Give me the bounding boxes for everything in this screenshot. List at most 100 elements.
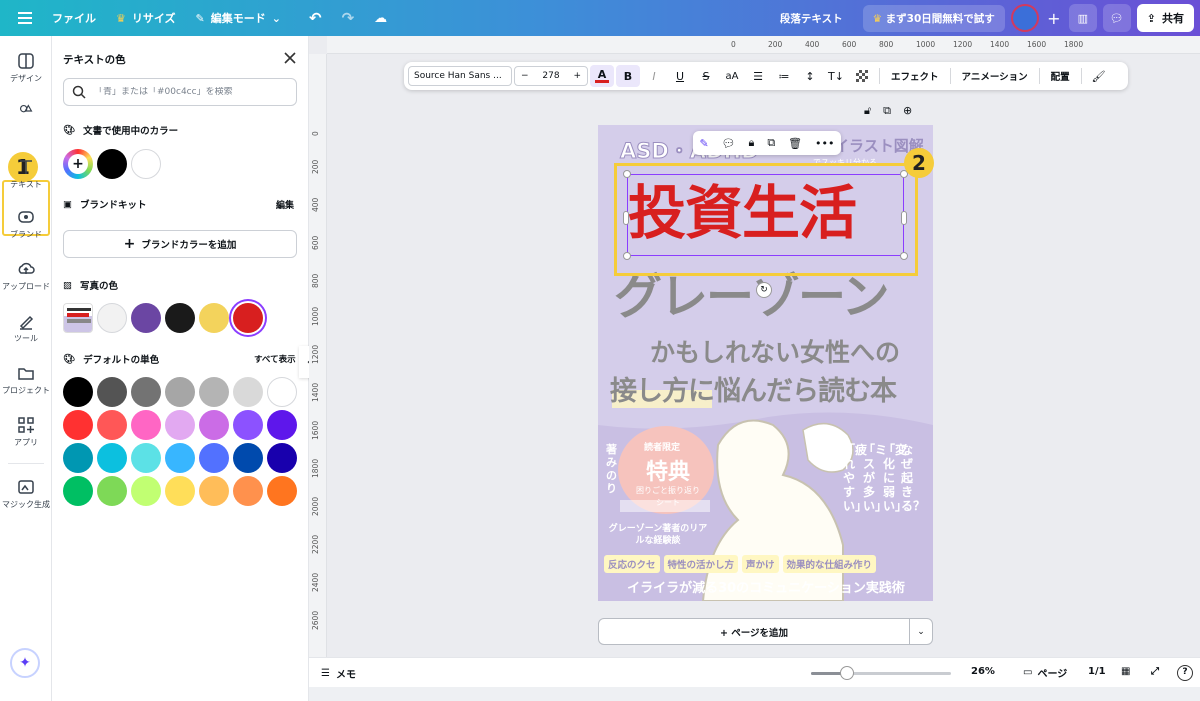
default-color-swatch[interactable] — [267, 410, 297, 440]
default-color-swatch[interactable] — [199, 476, 229, 506]
text-color-button[interactable]: A — [590, 65, 614, 87]
font-size-stepper[interactable]: − 278 + — [514, 66, 588, 86]
zoom-slider[interactable] — [811, 666, 951, 680]
file-menu[interactable]: ファイル — [42, 10, 106, 26]
trash-icon[interactable]: 🗑︎ — [788, 137, 802, 150]
resize-handle-bl[interactable] — [623, 252, 631, 260]
add-page-icon[interactable]: ⊕ — [903, 104, 912, 118]
menu-button[interactable] — [0, 12, 42, 24]
nav-tools[interactable]: ツール — [0, 312, 52, 344]
lock-icon[interactable]: 🔓︎ — [864, 104, 871, 118]
default-color-swatch[interactable] — [97, 377, 127, 407]
vertical-text-button[interactable]: T↓ — [824, 65, 848, 87]
fullscreen-button[interactable]: ⤢ — [1151, 666, 1159, 677]
default-color-swatch[interactable] — [131, 443, 161, 473]
align-button[interactable]: ☰ — [746, 65, 770, 87]
duplicate-icon[interactable]: ⧉ — [767, 136, 775, 150]
lock-icon[interactable]: 🔒︎ — [749, 136, 755, 150]
default-color-swatch[interactable] — [63, 443, 93, 473]
default-color-swatch[interactable] — [97, 476, 127, 506]
resize-handle-l[interactable] — [623, 211, 629, 225]
font-size-value[interactable]: 278 — [542, 71, 559, 81]
edit-mode-menu[interactable]: ✎ 編集モード ⌄ — [186, 10, 291, 26]
photo-color-swatch[interactable] — [97, 303, 127, 333]
increase-size-button[interactable]: + — [573, 71, 581, 81]
zoom-slider-knob[interactable] — [840, 666, 855, 680]
nav-elements[interactable] — [0, 104, 52, 118]
pages-button[interactable]: ▭ ページ — [1023, 665, 1067, 680]
default-color-swatch[interactable] — [233, 476, 263, 506]
doc-color-swatch[interactable] — [131, 149, 161, 179]
font-family-select[interactable]: Source Han Sans ... — [408, 66, 512, 86]
add-collaborator-button[interactable]: + — [1045, 9, 1063, 28]
cloud-save-button[interactable]: ☁ — [364, 11, 397, 26]
zoom-value[interactable]: 26% — [971, 666, 995, 677]
redo-button[interactable]: ↷ — [332, 9, 365, 27]
transparency-button[interactable] — [850, 65, 874, 87]
resize-handle-tl[interactable] — [623, 170, 631, 178]
photo-color-swatch[interactable] — [199, 303, 229, 333]
copy-style-button[interactable]: 🖌︎ — [1087, 65, 1111, 87]
resize-handle-r[interactable] — [901, 211, 907, 225]
effects-button[interactable]: エフェクト — [885, 69, 945, 83]
add-brand-color-button[interactable]: + ブランドカラーを追加 — [63, 230, 297, 258]
add-page-dropdown[interactable]: ⌄ — [909, 618, 933, 645]
close-icon[interactable] — [282, 50, 298, 66]
resize-handle-br[interactable] — [900, 252, 908, 260]
nav-text[interactable]: テキスト — [0, 156, 52, 190]
trial-button[interactable]: ♛ まず30日間無料で試す — [862, 4, 1005, 32]
magic-edit-icon[interactable]: ✎ — [699, 137, 708, 150]
default-color-swatch[interactable] — [63, 476, 93, 506]
default-color-swatch[interactable] — [165, 410, 195, 440]
nav-apps[interactable]: アプリ — [0, 416, 52, 448]
default-color-swatch[interactable] — [63, 410, 93, 440]
doc-title[interactable]: 段落テキスト — [766, 11, 857, 26]
rotate-handle[interactable]: ↻ — [756, 282, 772, 298]
list-button[interactable]: ≔ — [772, 65, 796, 87]
photo-color-swatch[interactable] — [131, 303, 161, 333]
default-color-swatch[interactable] — [199, 377, 229, 407]
default-color-swatch[interactable] — [131, 377, 161, 407]
show-all-link[interactable]: すべて表示 — [254, 353, 296, 365]
photo-color-swatch[interactable] — [165, 303, 195, 333]
default-color-swatch[interactable] — [165, 443, 195, 473]
avatar[interactable] — [1010, 4, 1039, 32]
default-color-swatch[interactable] — [131, 476, 161, 506]
default-color-swatch[interactable] — [199, 443, 229, 473]
more-icon[interactable]: ••• — [815, 137, 834, 150]
nav-magic[interactable]: マジック生成 — [0, 478, 52, 510]
case-button[interactable]: aA — [720, 65, 744, 87]
position-button[interactable]: 配置 — [1045, 69, 1076, 83]
comments-button[interactable]: 💬︎ — [1102, 4, 1131, 32]
add-page-button[interactable]: + ページを追加 — [598, 618, 910, 645]
default-color-swatch[interactable] — [97, 443, 127, 473]
default-color-swatch[interactable] — [165, 377, 195, 407]
notes-button[interactable]: ☰ メモ — [321, 666, 356, 681]
add-color-button[interactable]: + — [63, 149, 93, 179]
default-color-swatch[interactable] — [97, 410, 127, 440]
nav-brand[interactable]: ブランド — [0, 208, 52, 240]
italic-button[interactable]: I — [642, 65, 666, 87]
help-button[interactable]: ? — [1177, 665, 1193, 681]
default-color-swatch[interactable] — [233, 410, 263, 440]
magic-assistant-button[interactable]: ✦ — [10, 648, 40, 678]
color-search[interactable] — [63, 78, 297, 106]
default-color-swatch[interactable] — [267, 377, 297, 407]
spacing-button[interactable]: ↕ — [798, 65, 822, 87]
default-color-swatch[interactable] — [233, 443, 263, 473]
grid-view-button[interactable]: ▦ — [1121, 666, 1130, 677]
comment-icon[interactable]: 💬︎ — [722, 137, 736, 150]
default-color-swatch[interactable] — [267, 476, 297, 506]
default-color-swatch[interactable] — [165, 476, 195, 506]
share-button[interactable]: ⇪ 共有 — [1136, 4, 1194, 32]
undo-button[interactable]: ↶ — [291, 9, 332, 27]
resize-menu[interactable]: ♛ リサイズ — [106, 10, 186, 26]
animation-button[interactable]: アニメーション — [956, 69, 1034, 83]
doc-color-swatch[interactable] — [97, 149, 127, 179]
brandkit-edit-link[interactable]: 編集 — [276, 198, 294, 211]
default-color-swatch[interactable] — [267, 443, 297, 473]
underline-button[interactable]: U — [668, 65, 692, 87]
strikethrough-button[interactable]: S — [694, 65, 718, 87]
photo-color-swatch[interactable] — [233, 303, 263, 333]
decrease-size-button[interactable]: − — [521, 71, 529, 81]
